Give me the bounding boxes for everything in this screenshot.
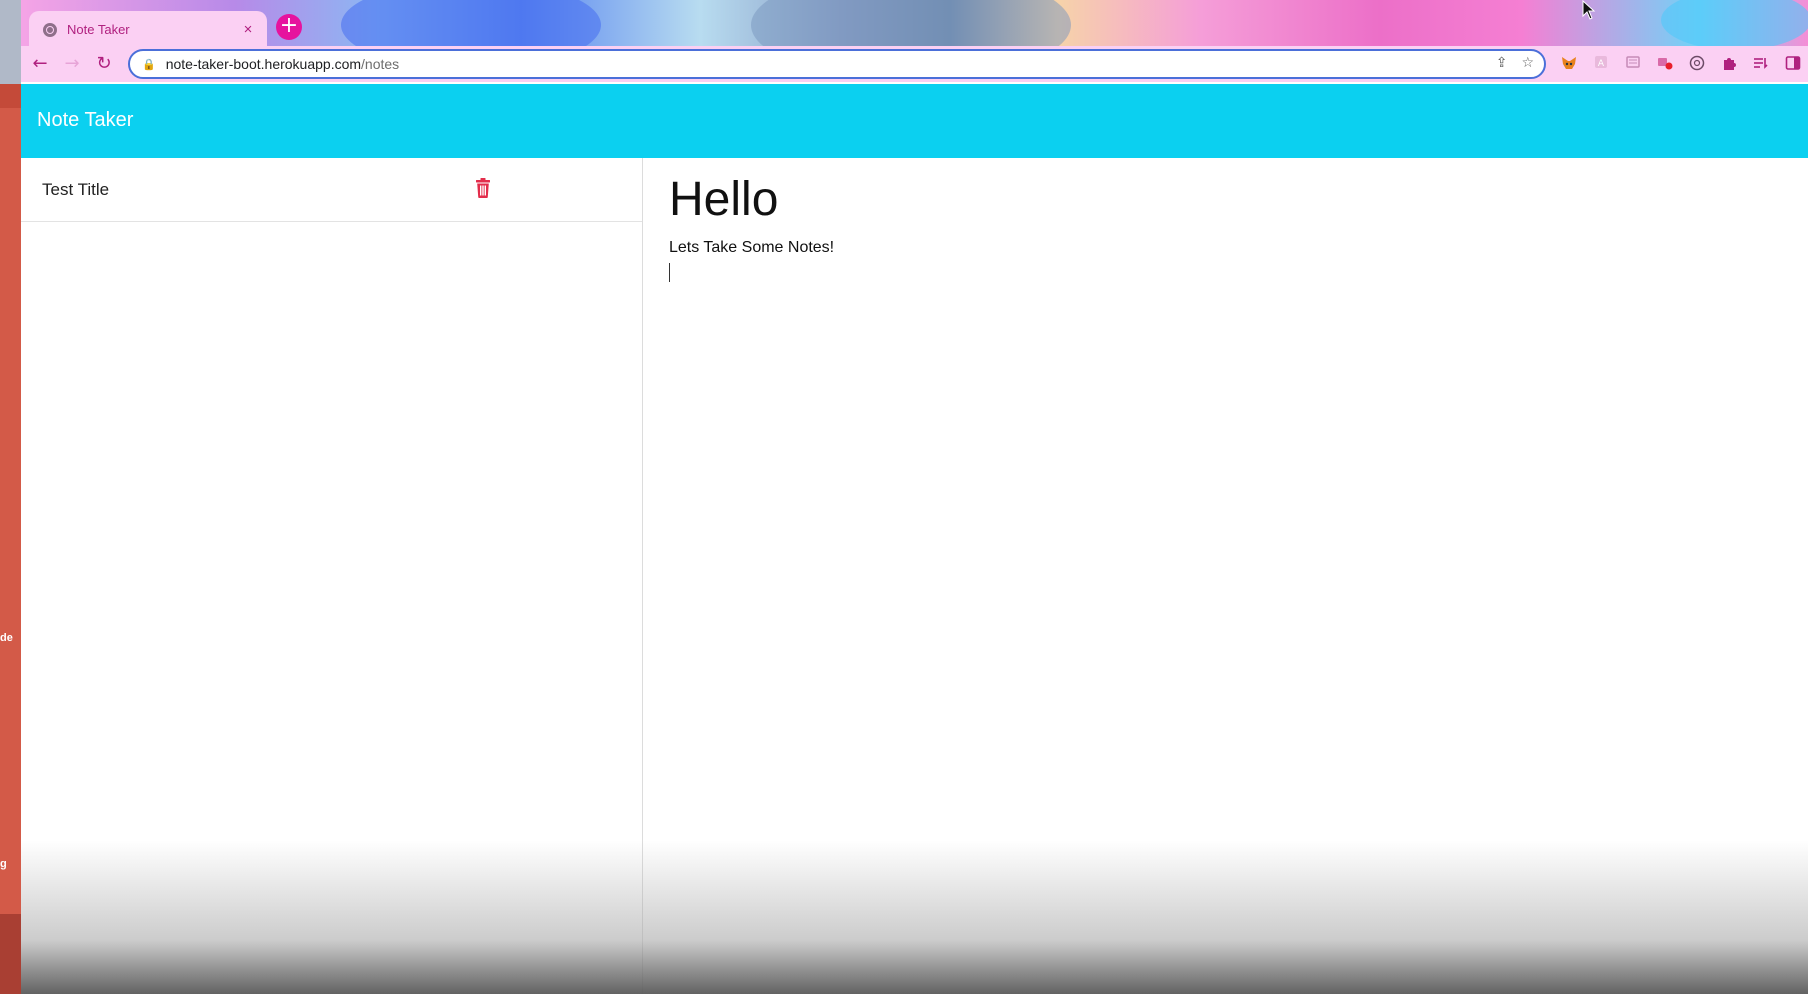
reading-list-icon[interactable] bbox=[1751, 54, 1771, 74]
reload-button[interactable]: ↻ bbox=[92, 52, 116, 76]
url-host: note-taker-boot.herokuapp.com bbox=[165, 56, 362, 72]
desktop-strip-bottom bbox=[0, 914, 21, 994]
text-caret bbox=[669, 263, 670, 282]
bookmark-star-icon[interactable]: ☆ bbox=[1521, 55, 1534, 71]
svg-text:A: A bbox=[1598, 59, 1605, 69]
note-textarea[interactable]: Lets Take Some Notes! bbox=[669, 239, 834, 257]
trash-icon[interactable] bbox=[475, 178, 491, 198]
tab-bar: Note Taker × + bbox=[21, 0, 1808, 80]
list-icon[interactable] bbox=[1623, 54, 1643, 74]
circle-icon[interactable] bbox=[1687, 54, 1707, 74]
desktop-background-strip: de g bbox=[0, 0, 21, 994]
notes-sidebar: Test Title bbox=[21, 158, 643, 994]
url-path: /notes bbox=[361, 56, 400, 72]
browser-toolbar: ← → ↻ 🔒 note-taker-boot.herokuapp.com/no… bbox=[21, 46, 1808, 82]
close-icon[interactable]: × bbox=[239, 21, 257, 38]
extension-icon[interactable]: A bbox=[1591, 54, 1611, 74]
extensions-area: A bbox=[1559, 54, 1803, 74]
browser-window: Note Taker × + ← → ↻ 🔒 note-taker-boot.h… bbox=[21, 0, 1808, 994]
note-title-input[interactable]: Hello bbox=[669, 172, 778, 227]
desktop-strip-top bbox=[0, 0, 21, 84]
puzzle-icon[interactable] bbox=[1719, 54, 1739, 74]
tab-title: Note Taker bbox=[67, 22, 130, 37]
metamask-icon[interactable] bbox=[1559, 54, 1579, 74]
share-icon[interactable]: ⇪ bbox=[1496, 55, 1508, 71]
tab-note-taker[interactable]: Note Taker × bbox=[29, 11, 267, 48]
forward-button[interactable]: → bbox=[60, 52, 84, 76]
lock-icon[interactable]: 🔒 bbox=[142, 58, 156, 71]
desktop-strip-label: g bbox=[0, 858, 7, 870]
record-icon[interactable] bbox=[1655, 54, 1675, 74]
desktop-strip-label: de bbox=[0, 632, 13, 644]
app-navbar: Note Taker bbox=[21, 84, 1808, 158]
list-item[interactable]: Test Title bbox=[21, 158, 642, 222]
mouse-pointer-icon bbox=[1582, 0, 1596, 20]
back-button[interactable]: ← bbox=[28, 52, 52, 76]
note-taker-app: Note Taker Test Title Hello Lets Take So… bbox=[21, 84, 1808, 994]
app-brand[interactable]: Note Taker bbox=[37, 109, 133, 132]
note-editor: Hello Lets Take Some Notes! bbox=[643, 158, 1808, 994]
side-panel-icon[interactable] bbox=[1783, 54, 1803, 74]
desktop-strip-band bbox=[0, 84, 21, 108]
new-tab-button[interactable]: + bbox=[276, 14, 302, 40]
note-item-title[interactable]: Test Title bbox=[42, 180, 109, 200]
omnibox-actions: ⇪ ☆ bbox=[1496, 55, 1534, 71]
theme-wave bbox=[1661, 0, 1808, 50]
address-bar[interactable]: 🔒 note-taker-boot.herokuapp.com/notes ⇪ … bbox=[128, 49, 1546, 79]
globe-icon bbox=[43, 22, 57, 37]
